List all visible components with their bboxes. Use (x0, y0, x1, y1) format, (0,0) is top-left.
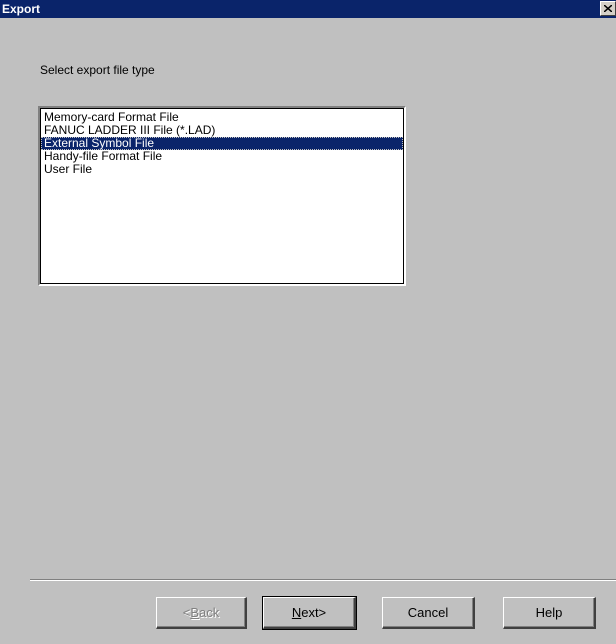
file-type-listbox[interactable]: Memory-card Format File FANUC LADDER III… (38, 106, 406, 286)
help-button[interactable]: Help (503, 597, 596, 629)
close-button[interactable] (600, 1, 616, 16)
next-rest: ext> (301, 604, 327, 620)
cancel-button[interactable]: Cancel (382, 597, 475, 629)
next-accel: N (291, 604, 302, 620)
prompt-label: Select export file type (40, 63, 155, 77)
back-button[interactable]: <Back (156, 597, 247, 629)
title-bar[interactable]: Export (0, 0, 616, 18)
back-accel: B (190, 604, 200, 620)
export-dialog: Export Select export file type Memory-ca… (0, 0, 616, 644)
next-button[interactable]: Next> (262, 596, 357, 630)
list-item-user-file[interactable]: User File (41, 163, 403, 176)
close-icon (604, 5, 612, 12)
back-rest: ack (199, 604, 220, 620)
button-separator (30, 579, 616, 581)
window-title: Export (2, 2, 41, 16)
list-item-handy-file[interactable]: Handy-file Format File (41, 150, 403, 163)
